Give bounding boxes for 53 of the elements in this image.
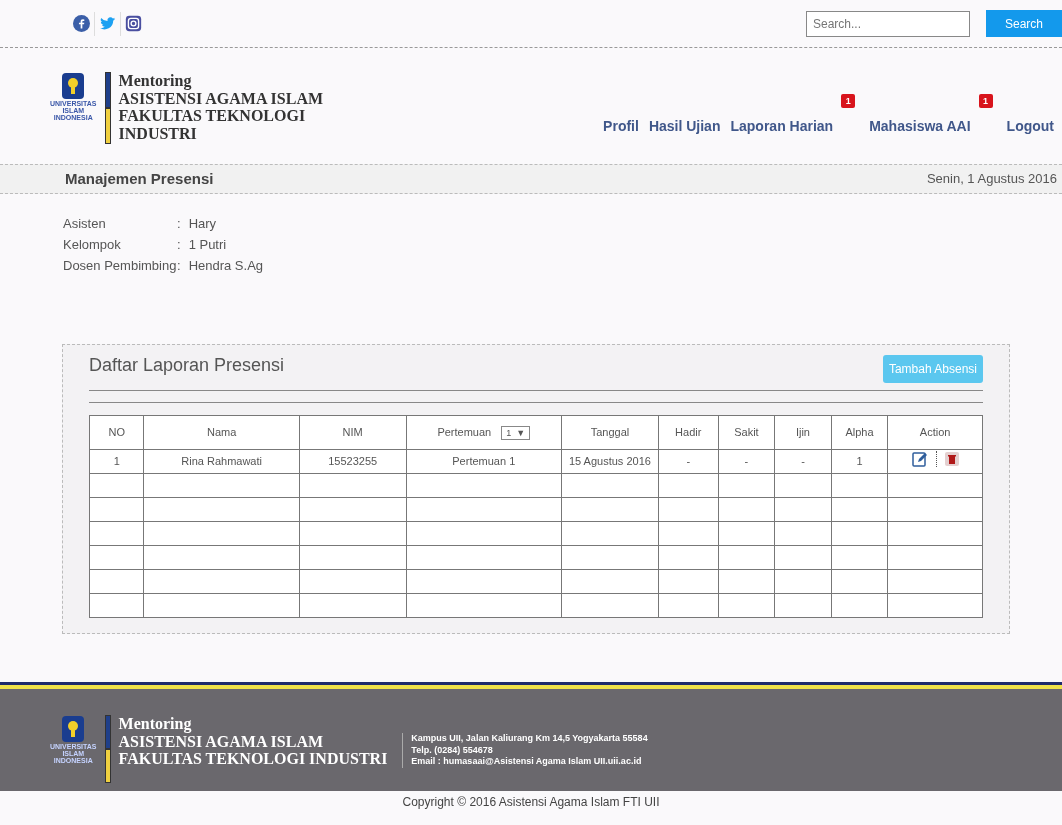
table-cell: 1: [831, 449, 888, 474]
footer-brand-subtitle: ASISTENSI AGAMA ISLAM FAKULTAS TEKNOLOGI INDUSTRI: [118, 732, 388, 768]
column-header: Action: [887, 415, 983, 450]
table-cell: -: [774, 449, 832, 474]
column-header: Pertemuan: [437, 426, 492, 439]
table-cell: -: [658, 449, 719, 474]
column-header: Hadir: [658, 415, 719, 450]
column-header: NO: [89, 415, 144, 450]
colon-text: :: [177, 215, 181, 233]
notification-badge: 1: [841, 94, 856, 108]
footer-brand-name: Mentoring: [118, 715, 193, 733]
crest-icon: [61, 715, 86, 743]
copyright-text: Copyright © 2016 Asistensi Agama Islam FTI UII: [401, 794, 661, 811]
info-label: Asisten: [63, 215, 107, 233]
column-header: Nama: [143, 415, 300, 450]
column-header: Ijin: [774, 415, 832, 450]
info-value: Hendra S.Ag: [188, 257, 264, 275]
crest-icon: [61, 72, 86, 100]
logo-bar: [104, 72, 111, 144]
camera-icon[interactable]: [125, 15, 142, 32]
brand-name: Mentoring: [118, 72, 193, 90]
facebook-icon[interactable]: [73, 15, 90, 32]
table-cell: Pertemuan 1: [406, 449, 562, 474]
page-title: Manajemen Presensi: [65, 170, 214, 188]
trash-icon[interactable]: [944, 452, 959, 467]
info-label: Kelompok: [63, 236, 122, 254]
nav-link[interactable]: Logout: [1006, 116, 1054, 137]
bird-icon[interactable]: [99, 15, 116, 32]
brand-subtitle: ASISTENSI AGAMA ISLAM FAKULTAS TEKNOLOGI INDUSTRI: [118, 89, 324, 143]
column-header: NIM: [299, 415, 406, 450]
contact-text: Kampus UII, Jalan Kaliurang Km 14,5 Yogyakarta 55584 Telp. (0284) 554678 Email : humasaai@Asistensi Agama Islam UII.uii.ac.id: [402, 733, 648, 769]
logo-bar: [104, 715, 111, 783]
info-label: Dosen Pembimbing: [63, 257, 177, 275]
table-cell: 15 Agustus 2016: [561, 449, 659, 474]
panel-title: Daftar Laporan Presensi: [89, 355, 285, 377]
nav-link[interactable]: Profil: [603, 116, 639, 137]
colon-text: :: [177, 257, 181, 275]
date-text: Senin, 1 Agustus 2016: [926, 170, 1057, 189]
column-header: Alpha: [831, 415, 888, 450]
table-cell: 15523255: [299, 449, 406, 474]
table-cell: -: [718, 449, 775, 474]
table-cell: Rina Rahmawati: [143, 449, 300, 474]
search-field[interactable]: Search...: [806, 10, 970, 37]
info-value: 1 Putri: [188, 236, 227, 254]
column-header: Tanggal: [561, 415, 659, 450]
edit-icon[interactable]: [911, 451, 928, 468]
colon-text: :: [177, 236, 181, 254]
nav-link[interactable]: Hasil Ujian: [648, 116, 721, 137]
table-cell: 1: [89, 449, 144, 474]
meeting-select[interactable]: 1 ▼: [501, 426, 531, 441]
column-header: Sakit: [718, 415, 775, 450]
notification-badge: 1: [978, 94, 993, 108]
info-value: Hary: [188, 215, 217, 233]
